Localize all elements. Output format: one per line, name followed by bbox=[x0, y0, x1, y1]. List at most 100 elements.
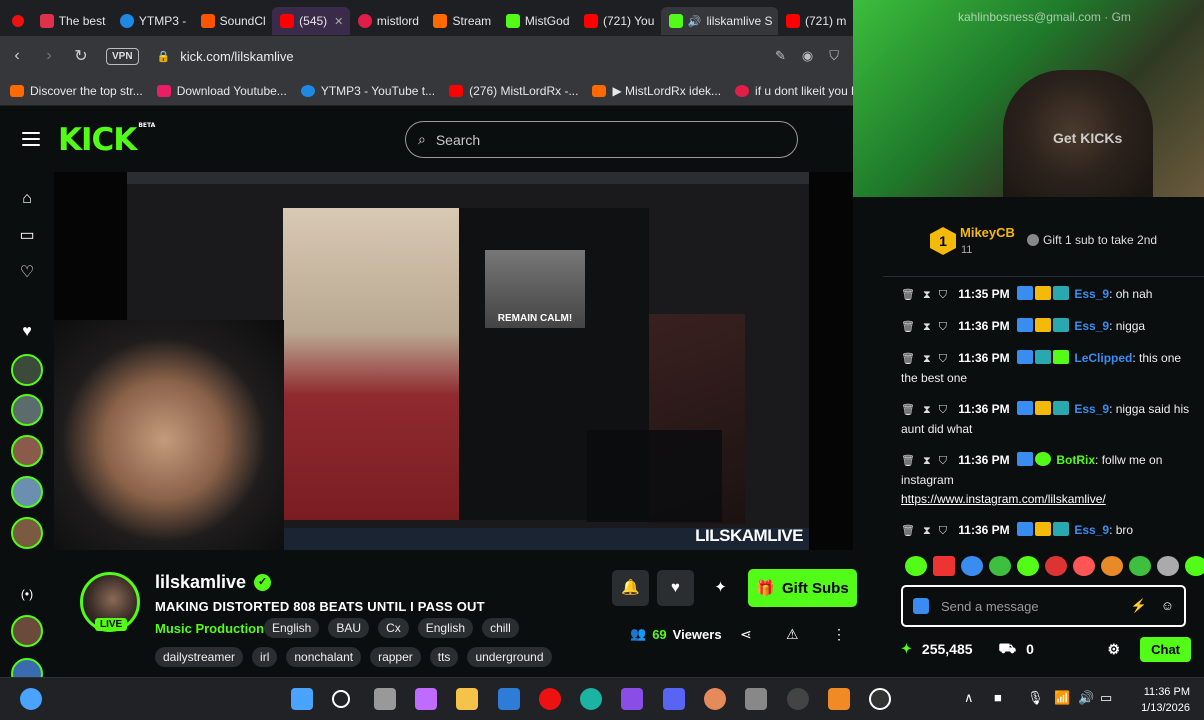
file-explorer-icon[interactable] bbox=[456, 688, 478, 710]
followed-channel-avatar[interactable] bbox=[11, 394, 43, 426]
ban-icon[interactable]: ⛉ bbox=[939, 350, 947, 369]
recommended-channel-avatar[interactable] bbox=[11, 615, 43, 647]
store-icon[interactable]: ⛟ bbox=[999, 640, 1017, 659]
followed-channel-avatar[interactable] bbox=[11, 517, 43, 549]
leader-username[interactable]: MikeyCB bbox=[960, 225, 1015, 240]
wifi-icon[interactable]: 📶 bbox=[1054, 690, 1070, 706]
live-broadcast-icon[interactable]: (•) bbox=[17, 584, 37, 604]
category-link[interactable]: Music Production bbox=[155, 621, 264, 636]
gift-subs-button[interactable]: 🎁 Gift Subs bbox=[748, 569, 857, 607]
camera-icon[interactable]: ◉ bbox=[802, 48, 813, 64]
channel-name[interactable]: lilskamlive ✓ bbox=[155, 572, 272, 593]
emote-icon[interactable] bbox=[1073, 556, 1095, 576]
search-input[interactable]: ⌕ Search bbox=[405, 121, 798, 158]
timeout-icon[interactable]: ⧗ bbox=[923, 350, 931, 369]
emote-icon[interactable] bbox=[1101, 556, 1123, 576]
followed-channel-avatar[interactable] bbox=[11, 354, 43, 386]
tag[interactable]: irl bbox=[252, 647, 278, 667]
settings-gear-icon[interactable]: ⚙ bbox=[1108, 641, 1121, 658]
browser-tab[interactable]: (545) ✕ bbox=[272, 7, 350, 35]
battery-icon[interactable]: ▭ bbox=[1100, 690, 1112, 706]
tag[interactable]: tts bbox=[429, 647, 459, 667]
delete-icon[interactable]: 🗑 bbox=[901, 401, 915, 420]
tag[interactable]: chill bbox=[482, 618, 519, 638]
bookmark[interactable]: ▶ MistLordRx idek... bbox=[592, 84, 721, 98]
browser-tab-active[interactable]: 🔊 lilskamlive S bbox=[660, 7, 779, 35]
timeout-icon[interactable]: ⧗ bbox=[923, 286, 931, 305]
search-icon[interactable] bbox=[332, 690, 350, 708]
weather-icon[interactable] bbox=[20, 688, 42, 710]
app-icon[interactable] bbox=[704, 688, 726, 710]
browser-tab[interactable]: (721) You bbox=[576, 7, 661, 35]
browser-tab[interactable]: The best bbox=[32, 7, 112, 35]
fl-studio-icon[interactable] bbox=[828, 688, 850, 710]
browser-tab[interactable]: MistGod bbox=[498, 7, 576, 35]
system-clock[interactable]: 11:36 PM 1/13/2026 bbox=[1141, 684, 1190, 716]
sparkle-button[interactable]: ✦ bbox=[702, 570, 739, 606]
emote-icon[interactable] bbox=[961, 556, 983, 576]
emoji-icon[interactable]: ☺ bbox=[1161, 598, 1174, 614]
timeout-icon[interactable]: ⧗ bbox=[923, 318, 931, 337]
followed-channel-avatar[interactable] bbox=[11, 476, 43, 508]
home-icon[interactable]: ⌂ bbox=[17, 189, 37, 209]
emote-icon[interactable] bbox=[933, 556, 955, 576]
followed-heart-icon[interactable]: ♥ bbox=[17, 322, 37, 342]
quick-emote-icon[interactable]: ⚡ bbox=[1131, 598, 1147, 614]
bookmark[interactable]: (276) MistLordRx -... bbox=[449, 84, 578, 98]
video-player[interactable]: REMAIN CALM! LILSKAMLIVE bbox=[54, 172, 853, 550]
emote-icon[interactable] bbox=[1129, 556, 1151, 576]
ban-icon[interactable]: ⛉ bbox=[939, 401, 947, 420]
app-icon[interactable] bbox=[498, 688, 520, 710]
ban-icon[interactable]: ⛉ bbox=[939, 522, 947, 541]
tag[interactable]: nonchalant bbox=[286, 647, 362, 667]
delete-icon[interactable]: 🗑 bbox=[901, 522, 915, 541]
followed-channel-avatar[interactable] bbox=[11, 435, 43, 467]
hamburger-menu-icon[interactable] bbox=[22, 132, 40, 146]
bookmark[interactable]: Discover the top str... bbox=[10, 84, 143, 98]
more-options-icon[interactable]: ⋮ bbox=[832, 626, 846, 643]
delete-icon[interactable]: 🗑 bbox=[901, 350, 915, 369]
discord-icon[interactable] bbox=[663, 688, 685, 710]
bookmark[interactable]: YTMP3 - YouTube t... bbox=[300, 84, 435, 98]
report-icon[interactable]: ⚠ bbox=[786, 626, 799, 643]
emote-icon[interactable] bbox=[1157, 556, 1179, 576]
task-view-icon[interactable] bbox=[374, 688, 396, 710]
browser-tab[interactable]: mistlord bbox=[350, 7, 426, 35]
copilot-icon[interactable] bbox=[415, 688, 437, 710]
shield-icon[interactable]: ⛉ bbox=[829, 48, 839, 64]
emote-icon[interactable] bbox=[1017, 556, 1039, 576]
windows-start-icon[interactable] bbox=[291, 688, 313, 710]
timeout-icon[interactable]: ⧗ bbox=[923, 522, 931, 541]
bookmark[interactable]: if u dont likeit you b... bbox=[735, 84, 868, 98]
back-icon[interactable]: ‹ bbox=[10, 47, 24, 65]
emote-icon[interactable] bbox=[1045, 556, 1067, 576]
media-player-icon[interactable] bbox=[869, 688, 891, 710]
close-tab-icon[interactable]: ✕ bbox=[334, 15, 343, 28]
app-icon[interactable] bbox=[621, 688, 643, 710]
delete-icon[interactable]: 🗑 bbox=[901, 286, 915, 305]
emote-icon[interactable] bbox=[1185, 556, 1204, 576]
tag[interactable]: dailystreamer bbox=[155, 647, 244, 667]
tag[interactable]: English bbox=[264, 618, 320, 638]
edit-icon[interactable]: ✎ bbox=[775, 48, 786, 64]
url-field[interactable]: kick.com/lilskamlive bbox=[180, 49, 293, 64]
delete-icon[interactable]: 🗑 bbox=[901, 318, 915, 337]
kick-logo[interactable]: KICK BETA bbox=[58, 122, 155, 158]
chat-message-input[interactable]: Send a message ⚡ ☺ bbox=[901, 585, 1186, 627]
follow-button[interactable]: ♥ bbox=[657, 570, 694, 606]
ban-icon[interactable]: ⛉ bbox=[939, 452, 947, 471]
tag[interactable]: BAU bbox=[328, 618, 370, 638]
reload-icon[interactable]: ↻ bbox=[74, 46, 88, 66]
chat-link[interactable]: https://www.instagram.com/lilskamlive/ bbox=[901, 492, 1106, 506]
opera-icon[interactable] bbox=[539, 688, 561, 710]
tag[interactable]: rapper bbox=[370, 647, 421, 667]
send-chat-button[interactable]: Chat bbox=[1140, 636, 1191, 662]
tag[interactable]: Cx bbox=[378, 618, 409, 638]
browser-tab[interactable]: SoundCl bbox=[193, 7, 273, 35]
share-icon[interactable]: ⋖ bbox=[740, 626, 752, 643]
browser-tab[interactable]: Stream bbox=[425, 7, 497, 35]
tray-app-icon[interactable]: ■ bbox=[994, 690, 1002, 705]
tray-overflow-icon[interactable]: ∧ bbox=[964, 690, 974, 706]
tag[interactable]: underground bbox=[467, 647, 552, 667]
emote-icon[interactable] bbox=[989, 556, 1011, 576]
